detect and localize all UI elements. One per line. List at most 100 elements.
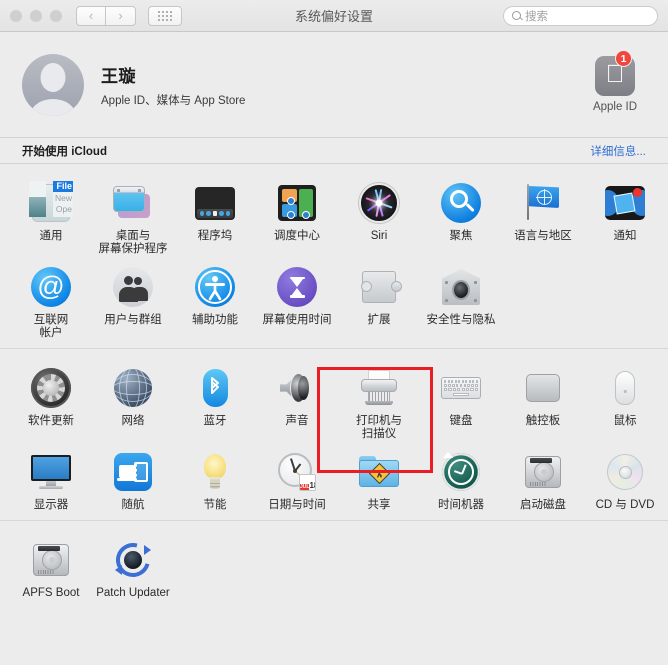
pref-item-printers-scanners[interactable]: 打印机与 扫描仪 [338, 359, 420, 443]
preference-row: 软件更新 网络 蓝牙 声音 打印机与 扫描仪 键盘 触控板 鼠标 [0, 359, 668, 443]
apple-id-label: Apple ID [592, 101, 638, 113]
pref-item-label: 声音 [285, 415, 309, 427]
screen-time-icon [274, 264, 320, 310]
pref-item-energy-saver[interactable]: 节能 [174, 443, 256, 514]
pref-item-notifications[interactable]: 通知 [584, 174, 666, 258]
pref-item-keyboard[interactable]: 键盘 [420, 359, 502, 443]
patch-updater-icon [109, 536, 157, 584]
displays-icon [28, 449, 74, 495]
account-row[interactable]: 王璇 Apple ID、媒体与 App Store  1 Apple ID [0, 32, 668, 137]
forward-button[interactable]: › [106, 5, 136, 26]
pref-item-label: 语言与地区 [514, 230, 572, 242]
pref-item-label: 共享 [367, 499, 391, 511]
pref-item-label: 通用 [39, 230, 63, 242]
preference-row: 显示器 随航 节能 JUL18 日期与时间 共享 时间机器 启动磁盘 CD 与 DVD [0, 443, 668, 514]
mission-control-icon [274, 180, 320, 226]
pref-item-time-machine[interactable]: 时间机器 [420, 443, 502, 514]
apfs-boot-icon [28, 537, 74, 583]
pref-item-cd-dvd[interactable]: CD 与 DVD [584, 443, 666, 514]
search-placeholder: 搜索 [525, 10, 548, 23]
energy-saver-icon [192, 449, 238, 495]
icloud-banner: 开始使用 iCloud 详细信息... [0, 137, 668, 164]
pref-item-users-groups[interactable]: 用户与群组 [92, 258, 174, 342]
pref-item-general[interactable]: File New Ope 通用 [10, 174, 92, 258]
extensions-icon [356, 264, 402, 310]
pref-item-label: 互联网 帐户 [33, 314, 69, 339]
pref-item-siri[interactable]: Siri [338, 174, 420, 258]
pref-item-mouse[interactable]: 鼠标 [584, 359, 666, 443]
pref-item-language-region[interactable]: 语言与地区 [502, 174, 584, 258]
pref-item-trackpad[interactable]: 触控板 [502, 359, 584, 443]
pref-item-label: 安全性与隐私 [426, 314, 496, 326]
pref-item-desktop-screensaver[interactable]: 桌面与 屏幕保护程序 [92, 174, 174, 258]
sharing-icon [356, 449, 402, 495]
notifications-icon [602, 180, 648, 226]
icloud-banner-text: 开始使用 iCloud [22, 145, 107, 158]
preference-grid: File New Ope 通用 桌面与 屏幕保护程序 程序坞 调度中心 Siri 聚焦 语言… [0, 164, 668, 608]
pref-item-label: CD 与 DVD [595, 499, 655, 511]
status-badge: 1 [615, 50, 632, 67]
siri-icon [356, 180, 402, 226]
pref-item-extensions[interactable]: 扩展 [338, 258, 420, 342]
traffic-light-group [10, 9, 62, 22]
pref-item-date-time[interactable]: JUL18 日期与时间 [256, 443, 338, 514]
pref-item-label: 启动磁盘 [520, 499, 566, 511]
close-button[interactable] [10, 9, 22, 22]
pref-item-label: 辅助功能 [192, 314, 238, 326]
preference-row: File New Ope 通用 桌面与 屏幕保护程序 程序坞 调度中心 Siri 聚焦 语言… [0, 174, 668, 258]
keyboard-icon [438, 365, 484, 411]
printers-scanners-icon [356, 365, 402, 411]
section-three: APFS Boot Patch Updater [0, 520, 668, 608]
security-privacy-icon [438, 264, 484, 310]
pref-item-label: 软件更新 [28, 415, 74, 427]
pref-item-mission-control[interactable]: 调度中心 [256, 174, 338, 258]
account-text: 王璇 Apple ID、媒体与 App Store [101, 62, 245, 108]
pref-item-apfs-boot[interactable]: APFS Boot [10, 531, 92, 602]
language-region-icon [520, 180, 566, 226]
pref-item-screen-time[interactable]: 屏幕使用时间 [256, 258, 338, 342]
search-field[interactable]: 搜索 [503, 5, 658, 26]
search-icon [512, 11, 521, 20]
pref-item-spotlight[interactable]: 聚焦 [420, 174, 502, 258]
pref-item-software-update[interactable]: 软件更新 [10, 359, 92, 443]
pref-item-label: 鼠标 [613, 415, 637, 427]
pref-item-label: APFS Boot [22, 587, 80, 599]
section-one: File New Ope 通用 桌面与 屏幕保护程序 程序坞 调度中心 Siri 聚焦 语言… [0, 164, 668, 348]
sound-icon [274, 365, 320, 411]
icloud-details-link[interactable]: 详细信息... [590, 143, 646, 159]
dock-icon [192, 180, 238, 226]
pref-item-patch-updater[interactable]: Patch Updater [92, 531, 174, 602]
grid-icon [158, 10, 172, 21]
desktop-screensaver-icon [110, 180, 156, 226]
pref-item-bluetooth[interactable]: 蓝牙 [174, 359, 256, 443]
pref-item-label: 蓝牙 [203, 415, 227, 427]
apple-logo-icon:  1 [595, 50, 635, 96]
back-button[interactable]: ‹ [76, 5, 106, 26]
zoom-button[interactable] [50, 9, 62, 22]
pref-item-internet-accounts[interactable]: @ 互联网 帐户 [10, 258, 92, 342]
account-name: 王璇 [101, 66, 136, 86]
show-all-button[interactable] [148, 5, 182, 26]
pref-item-sidecar[interactable]: 随航 [92, 443, 174, 514]
minimize-button[interactable] [30, 9, 42, 22]
pref-item-dock[interactable]: 程序坞 [174, 174, 256, 258]
pref-item-label: 程序坞 [197, 230, 233, 242]
pref-item-label: 聚焦 [449, 230, 473, 242]
pref-item-label: 键盘 [449, 415, 473, 427]
date-time-icon: JUL18 [274, 449, 320, 495]
pref-item-sharing[interactable]: 共享 [338, 443, 420, 514]
pref-item-sound[interactable]: 声音 [256, 359, 338, 443]
pref-item-startup-disk[interactable]: 启动磁盘 [502, 443, 584, 514]
trackpad-icon [520, 365, 566, 411]
apple-id-button[interactable]:  1 Apple ID [584, 50, 646, 113]
pref-item-network[interactable]: 网络 [92, 359, 174, 443]
pref-item-displays[interactable]: 显示器 [10, 443, 92, 514]
pref-item-label: 桌面与 屏幕保护程序 [98, 230, 168, 255]
cd-dvd-icon [602, 449, 648, 495]
pref-item-label: Siri [370, 230, 388, 242]
pref-item-security-privacy[interactable]: 安全性与隐私 [420, 258, 502, 342]
navigation-button-group: ‹ › [76, 5, 136, 26]
pref-item-label: 屏幕使用时间 [262, 314, 332, 326]
pref-item-accessibility[interactable]: 辅助功能 [174, 258, 256, 342]
preference-row: APFS Boot Patch Updater [0, 531, 668, 602]
